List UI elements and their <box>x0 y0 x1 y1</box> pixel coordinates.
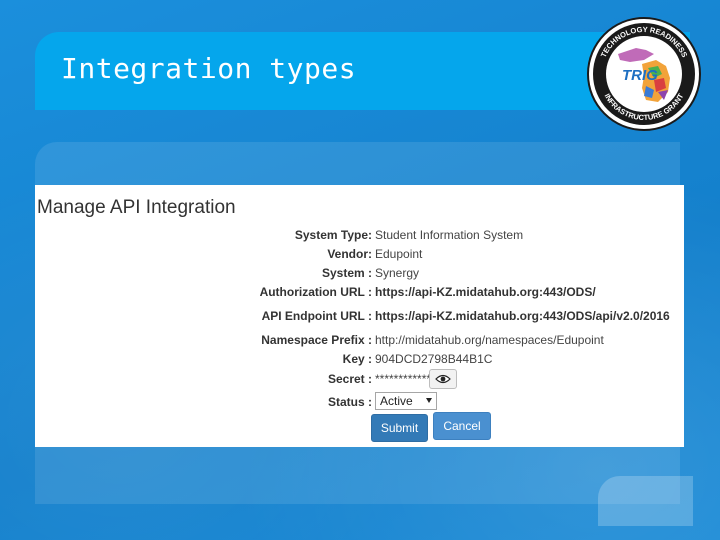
field-value-vendor: Edupoint <box>375 247 423 261</box>
eye-icon <box>435 374 451 384</box>
field-row-system: System : Synergy <box>35 266 684 284</box>
field-value-api-endpoint-url: https://api-KZ.midatahub.org:443/ODS/api… <box>375 309 670 323</box>
field-value-key: 904DCD2798B44B1C <box>375 352 493 366</box>
field-row-key: Key : 904DCD2798B44B1C <box>35 352 684 370</box>
corner-decoration <box>598 476 693 526</box>
field-label: Authorization URL : <box>259 285 372 299</box>
reveal-secret-button[interactable] <box>429 369 457 389</box>
field-value-system: Synergy <box>375 266 420 280</box>
submit-button[interactable]: Submit <box>371 414 428 442</box>
field-row-system-type: System Type: Student Information System <box>35 228 684 246</box>
field-row-authorization-url: Authorization URL : https://api-KZ.midat… <box>35 285 684 303</box>
chevron-down-icon <box>426 398 432 403</box>
field-label: Namespace Prefix : <box>261 333 372 347</box>
manage-api-integration-screenshot: Manage API Integration System Type: Stud… <box>35 185 684 447</box>
field-value-namespace-prefix: http://midatahub.org/namespaces/Edupoint <box>375 333 604 347</box>
field-row-vendor: Vendor: Edupoint <box>35 247 684 265</box>
status-select[interactable]: Active <box>375 392 437 410</box>
field-value-authorization-url: https://api-KZ.midatahub.org:443/ODS/ <box>375 285 596 299</box>
field-label: Secret : <box>327 372 372 386</box>
field-row-status: Status : Active <box>35 392 684 413</box>
field-row-namespace-prefix: Namespace Prefix : http://midatahub.org/… <box>35 333 684 351</box>
trig-logo: TECHNOLOGY READINESS INFRASTRUCTURE GRAN… <box>587 17 701 131</box>
field-row-secret: Secret : ************ <box>35 369 684 390</box>
field-label: System Type: <box>294 228 372 242</box>
cancel-button[interactable]: Cancel <box>433 412 491 440</box>
logo-label: TRIG <box>622 67 658 84</box>
form-heading: Manage API Integration <box>37 197 236 218</box>
field-label: Key : <box>342 352 372 366</box>
field-label: API Endpoint URL : <box>261 309 372 323</box>
field-label: System : <box>321 266 372 280</box>
field-label: Status : <box>327 395 372 409</box>
slide-title: Integration types <box>61 52 357 85</box>
field-value-secret: ************ <box>375 372 432 386</box>
field-row-api-endpoint-url: API Endpoint URL : https://api-KZ.midata… <box>35 309 684 327</box>
status-select-value: Active <box>380 394 413 408</box>
field-label: Vendor: <box>327 247 372 261</box>
field-value-system-type: Student Information System <box>375 228 524 242</box>
